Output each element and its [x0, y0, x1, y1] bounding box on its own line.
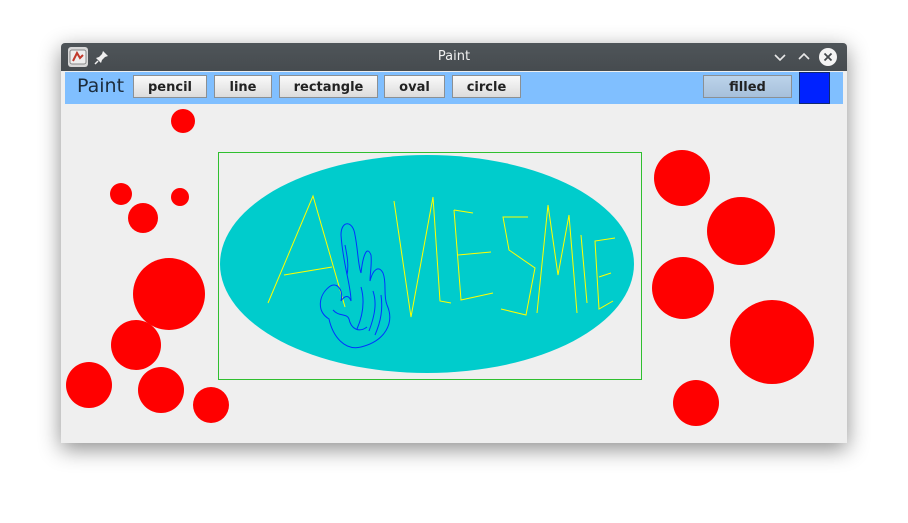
circle-shape [111, 320, 161, 370]
circle-shape [654, 150, 710, 206]
filled-toggle[interactable]: filled [703, 75, 792, 98]
circle-shape [730, 300, 814, 384]
title-bar[interactable]: Paint [61, 43, 847, 71]
window-title: Paint [437, 49, 471, 64]
close-icon[interactable] [819, 48, 837, 66]
oval-button[interactable]: oval [384, 75, 445, 98]
circle-shape [652, 257, 714, 319]
circle-shape [171, 188, 189, 206]
paint-window: Paint Paint pencil line rectangle oval c… [61, 43, 847, 443]
circle-shape [193, 387, 229, 423]
circle-shape [133, 258, 205, 330]
pencil-button[interactable]: pencil [133, 75, 207, 98]
circle-shape [138, 367, 184, 413]
oval-shape [220, 155, 634, 373]
drawing-canvas[interactable] [61, 105, 847, 443]
maximize-icon[interactable] [795, 48, 813, 66]
minimize-icon[interactable] [771, 48, 789, 66]
circle-shape [110, 183, 132, 205]
circle-shape [673, 380, 719, 426]
line-button[interactable]: line [214, 75, 272, 98]
color-swatch[interactable] [799, 72, 830, 104]
circle-button[interactable]: circle [452, 75, 521, 98]
circle-shape [171, 109, 195, 133]
circle-shape [128, 203, 158, 233]
rectangle-button[interactable]: rectangle [279, 75, 378, 98]
app-label: Paint [77, 75, 125, 97]
circle-shape [707, 197, 775, 265]
circle-shape [66, 362, 112, 408]
toolbar: Paint pencil line rectangle oval circle … [65, 72, 843, 104]
drawing-surface[interactable] [61, 105, 847, 443]
